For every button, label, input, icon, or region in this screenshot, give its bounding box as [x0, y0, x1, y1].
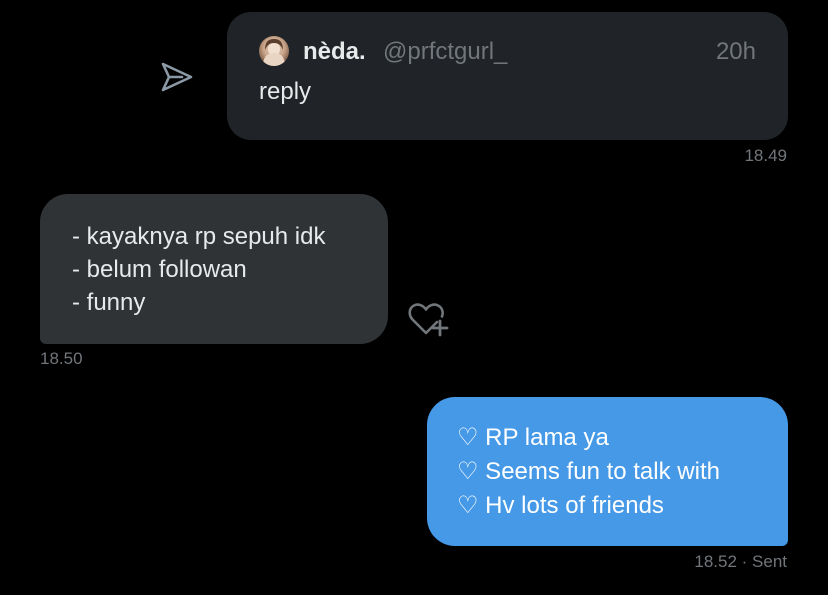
message-line: ♡ RP lama ya [457, 424, 609, 451]
sent-status-label: · Sent [741, 552, 787, 571]
avatar [259, 36, 289, 66]
message-line: ♡ Hv lots of friends [457, 492, 664, 519]
quoted-post-handle: @prfctgurl_ [383, 38, 508, 65]
message-timestamp: 18.49 [744, 146, 787, 165]
message-line: - funny [72, 289, 146, 316]
heart-plus-icon[interactable] [407, 300, 451, 340]
send-icon[interactable] [158, 58, 196, 96]
received-message-bubble[interactable]: - kayaknya rp sepuh idk - belum followan… [40, 194, 388, 344]
sent-status: 18.52 · Sent [694, 552, 787, 572]
message-timestamp: 18.50 [40, 349, 83, 368]
quoted-post-time: 20h [715, 38, 756, 65]
quoted-post-display-name: nèda. [303, 38, 366, 65]
message-line: - belum followan [72, 256, 247, 283]
quoted-post-card[interactable]: nèda. @prfctgurl_ 20h reply [227, 12, 788, 140]
message-timestamp: 18.52 [694, 552, 737, 571]
message-line: - kayaknya rp sepuh idk [72, 223, 326, 250]
sent-message-bubble[interactable]: ♡ RP lama ya ♡ Seems fun to talk with ♡ … [427, 397, 788, 546]
message-line: ♡ Seems fun to talk with [457, 458, 720, 485]
quoted-post-text: reply [259, 78, 312, 105]
